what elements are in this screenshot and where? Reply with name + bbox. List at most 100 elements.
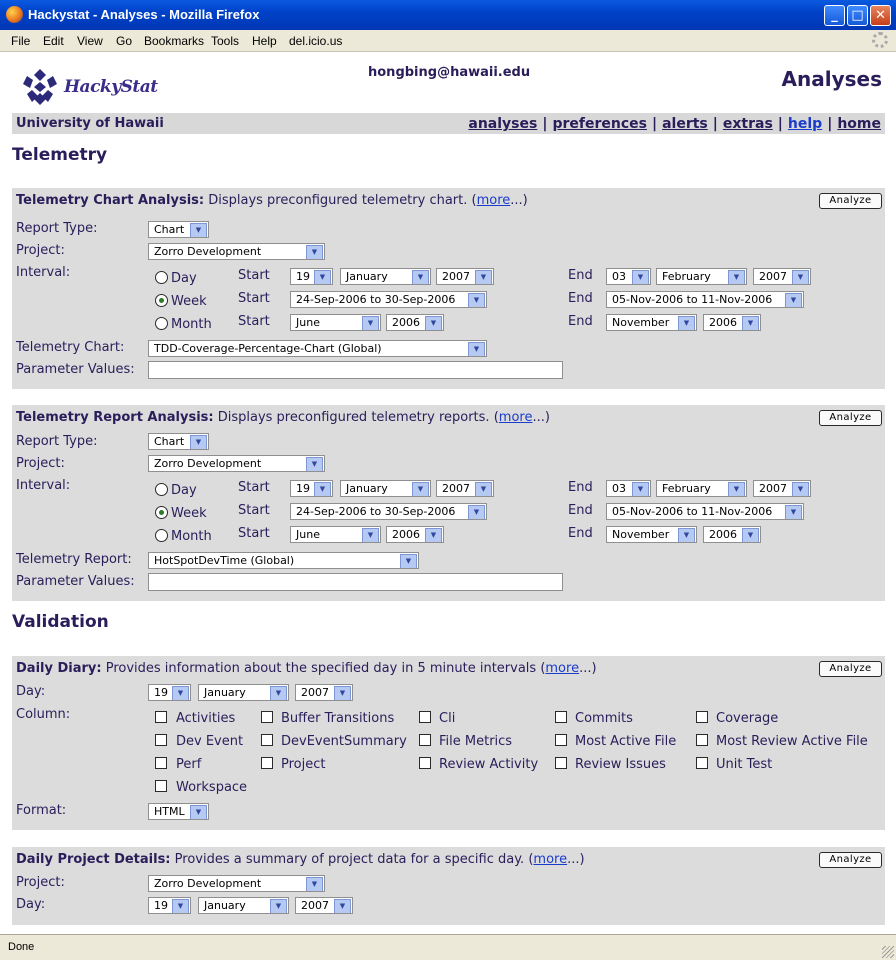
end-year-select[interactable]: 2007 xyxy=(753,268,811,285)
project-select[interactable]: Zorro Development xyxy=(148,243,325,260)
start-label: Start xyxy=(238,503,270,518)
parameter-values-label: Parameter Values: xyxy=(16,574,135,589)
telemetry-report-label: Telemetry Report: xyxy=(16,552,132,567)
column-option-label: Review Activity xyxy=(439,757,539,772)
day-select[interactable]: 19 xyxy=(148,684,191,701)
week-radio[interactable] xyxy=(155,294,168,307)
more-link[interactable]: more xyxy=(545,661,579,676)
telemetry-chart-select[interactable]: TDD-Coverage-Percentage-Chart (Global) xyxy=(148,340,487,357)
column-checkbox[interactable] xyxy=(261,711,273,723)
analyze-button[interactable]: Analyze xyxy=(819,661,882,677)
column-checkbox[interactable] xyxy=(419,711,431,723)
column-checkbox[interactable] xyxy=(155,711,167,723)
end-month-select[interactable]: November xyxy=(606,314,697,331)
month-select[interactable]: January xyxy=(198,897,289,914)
end-month-select[interactable]: February xyxy=(656,480,747,497)
more-link[interactable]: more xyxy=(499,410,533,425)
month-radio[interactable] xyxy=(155,529,168,542)
day-radio[interactable] xyxy=(155,483,168,496)
start-week-select[interactable]: 24-Sep-2006 to 30-Sep-2006 xyxy=(290,503,487,520)
end-month-year-select[interactable]: 2006 xyxy=(703,314,761,331)
nav-extras[interactable]: extras xyxy=(723,116,773,132)
day-radio[interactable] xyxy=(155,271,168,284)
resize-grip-icon[interactable] xyxy=(882,946,894,958)
menu-delicious[interactable]: del.icio.us xyxy=(289,34,342,48)
menu-bookmarks[interactable]: Bookmarks xyxy=(144,34,204,48)
report-type-select[interactable]: Chart xyxy=(148,221,209,238)
end-week-select[interactable]: 05-Nov-2006 to 11-Nov-2006 xyxy=(606,291,804,308)
year-select[interactable]: 2007 xyxy=(295,897,353,914)
more-link[interactable]: more xyxy=(477,193,511,208)
start-year-select[interactable]: 2007 xyxy=(436,268,494,285)
menu-file[interactable]: File xyxy=(11,34,30,48)
column-checkbox[interactable] xyxy=(155,757,167,769)
menu-go[interactable]: Go xyxy=(116,34,132,48)
start-week-select[interactable]: 24-Sep-2006 to 30-Sep-2006 xyxy=(290,291,487,308)
nav-home[interactable]: home xyxy=(837,116,881,132)
interval-label: Interval: xyxy=(16,478,71,493)
column-checkbox[interactable] xyxy=(155,780,167,792)
nav-preferences[interactable]: preferences xyxy=(552,116,647,132)
column-option-label: DevEventSummary xyxy=(281,734,407,749)
minimize-button[interactable]: _ xyxy=(824,5,845,26)
maximize-button[interactable]: □ xyxy=(847,5,868,26)
column-checkbox[interactable] xyxy=(555,757,567,769)
end-day-select[interactable]: 03 xyxy=(606,480,651,497)
menu-edit[interactable]: Edit xyxy=(43,34,64,48)
day-label: Day: xyxy=(16,684,46,699)
user-email: hongbing@hawaii.edu xyxy=(368,65,531,80)
column-checkbox[interactable] xyxy=(696,734,708,746)
column-checkbox[interactable] xyxy=(261,734,273,746)
start-month-year-select[interactable]: 2006 xyxy=(386,314,444,331)
more-link[interactable]: more xyxy=(533,852,567,867)
parameter-values-input[interactable] xyxy=(148,573,563,591)
start-year-select[interactable]: 2007 xyxy=(436,480,494,497)
nav-alerts[interactable]: alerts xyxy=(662,116,708,132)
column-checkbox[interactable] xyxy=(261,757,273,769)
column-checkbox[interactable] xyxy=(696,711,708,723)
project-select[interactable]: Zorro Development xyxy=(148,455,325,472)
hackystat-logo[interactable]: HackyStat xyxy=(20,67,160,107)
column-option-label: Perf xyxy=(176,757,202,772)
nav-analyses[interactable]: analyses xyxy=(468,116,537,132)
end-month-select[interactable]: February xyxy=(656,268,747,285)
start-month-year-select[interactable]: 2006 xyxy=(386,526,444,543)
column-checkbox[interactable] xyxy=(555,734,567,746)
end-year-select[interactable]: 2007 xyxy=(753,480,811,497)
nav-help[interactable]: help xyxy=(788,116,822,132)
project-select[interactable]: Zorro Development xyxy=(148,875,325,892)
menu-view[interactable]: View xyxy=(77,34,103,48)
month-select[interactable]: January xyxy=(198,684,289,701)
start-month-select[interactable]: January xyxy=(340,268,431,285)
day-select[interactable]: 19 xyxy=(148,897,191,914)
end-week-select[interactable]: 05-Nov-2006 to 11-Nov-2006 xyxy=(606,503,804,520)
format-select[interactable]: HTML xyxy=(148,803,209,820)
analyze-button[interactable]: Analyze xyxy=(819,852,882,868)
end-month-select[interactable]: November xyxy=(606,526,697,543)
column-checkbox[interactable] xyxy=(555,711,567,723)
end-day-select[interactable]: 03 xyxy=(606,268,651,285)
month-radio[interactable] xyxy=(155,317,168,330)
column-checkbox[interactable] xyxy=(419,734,431,746)
analyze-button[interactable]: Analyze xyxy=(819,193,882,209)
column-option-label: Review Issues xyxy=(575,757,666,772)
week-radio[interactable] xyxy=(155,506,168,519)
column-option-label: Most Review Active File xyxy=(716,734,868,749)
menu-help[interactable]: Help xyxy=(252,34,277,48)
column-checkbox[interactable] xyxy=(419,757,431,769)
start-day-select[interactable]: 19 xyxy=(290,480,333,497)
column-checkbox[interactable] xyxy=(155,734,167,746)
start-month-select[interactable]: June xyxy=(290,526,381,543)
analyze-button[interactable]: Analyze xyxy=(819,410,882,426)
telemetry-report-select[interactable]: HotSpotDevTime (Global) xyxy=(148,552,419,569)
parameter-values-input[interactable] xyxy=(148,361,563,379)
start-month-select[interactable]: January xyxy=(340,480,431,497)
end-month-year-select[interactable]: 2006 xyxy=(703,526,761,543)
report-type-select[interactable]: Chart xyxy=(148,433,209,450)
start-day-select[interactable]: 19 xyxy=(290,268,333,285)
year-select[interactable]: 2007 xyxy=(295,684,353,701)
menu-tools[interactable]: Tools xyxy=(211,34,239,48)
column-checkbox[interactable] xyxy=(696,757,708,769)
close-button[interactable]: ✕ xyxy=(870,5,891,26)
start-month-select[interactable]: June xyxy=(290,314,381,331)
